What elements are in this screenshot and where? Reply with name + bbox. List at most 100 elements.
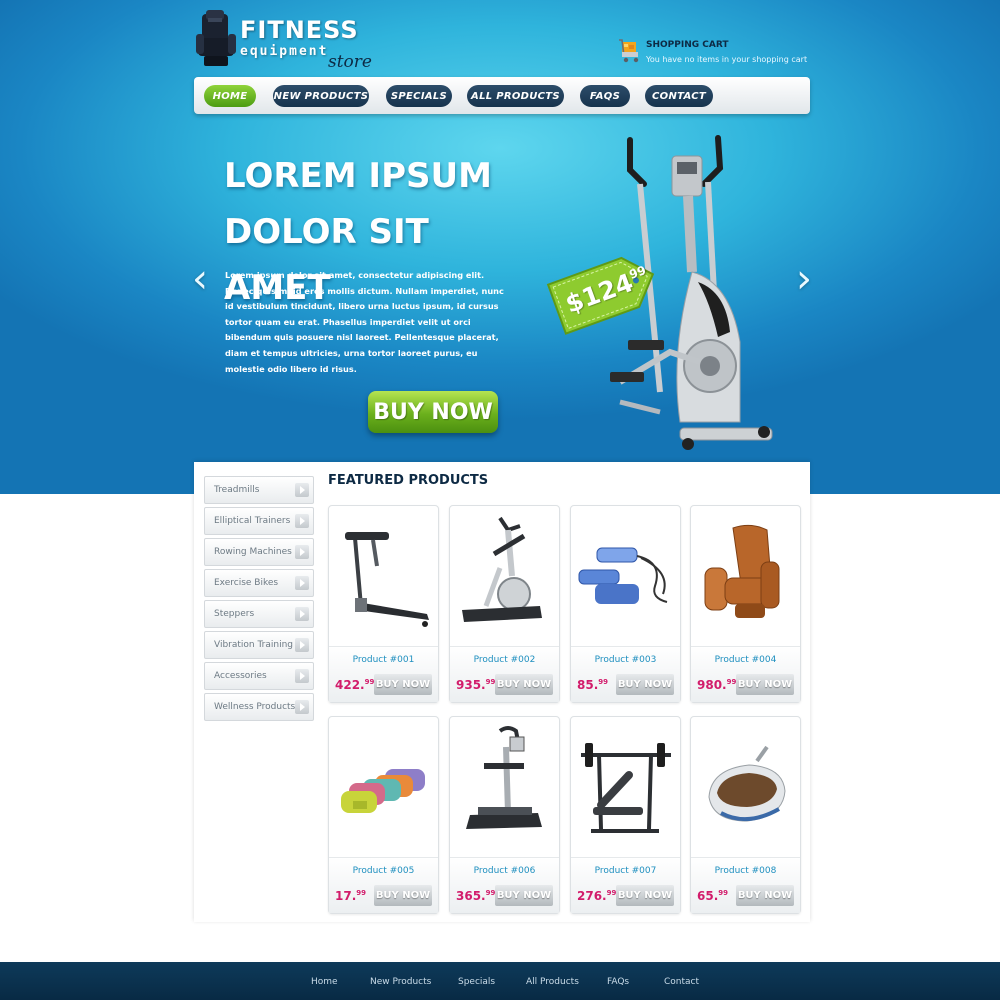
category-label: Accessories: [214, 671, 267, 681]
buy-now-button[interactable]: BUY NOW: [736, 674, 794, 695]
mini-stepper-icon: [578, 547, 668, 604]
logo-store: store: [328, 52, 372, 72]
price-cents: 99: [364, 678, 375, 686]
arrow-right-icon: [295, 700, 309, 714]
price-cents: 99: [718, 889, 729, 897]
product-price: 85.99: [577, 678, 608, 692]
category-label: Steppers: [214, 609, 255, 619]
price-cents: 99: [356, 889, 367, 897]
product-name[interactable]: Product #006: [450, 866, 559, 876]
category-steppers[interactable]: Steppers: [204, 600, 314, 628]
massage-chair-icon: [704, 524, 780, 618]
price-main: 17.: [335, 889, 357, 903]
buy-now-button[interactable]: BUY NOW: [616, 674, 674, 695]
product-card[interactable]: Product #003 85.99 BUY NOW: [570, 505, 681, 703]
price-main: 980.: [697, 678, 727, 692]
product-price: 935.99: [456, 678, 495, 692]
price-main: 935.: [456, 678, 486, 692]
product-name[interactable]: Product #008: [691, 866, 800, 876]
product-price: 980.99: [697, 678, 736, 692]
product-name[interactable]: Product #005: [329, 866, 438, 876]
price-main: 85.: [577, 678, 599, 692]
price-main: 65.: [697, 889, 719, 903]
buy-now-button[interactable]: BUY NOW: [616, 885, 674, 906]
category-label: Treadmills: [214, 485, 260, 495]
product-price: 365.99: [456, 889, 495, 903]
hero-description: Lorem ipsum dolor sit amet, consectetur …: [225, 270, 504, 374]
footer-link-home[interactable]: Home: [311, 977, 338, 987]
arrow-right-icon: [295, 514, 309, 528]
product-card[interactable]: Product #004 980.99 BUY NOW: [690, 505, 801, 703]
footer-link-contact[interactable]: Contact: [664, 977, 699, 987]
product-price: 422.99: [335, 678, 374, 692]
store-logo[interactable]: FITNESS equipment store: [194, 6, 384, 76]
buy-now-button[interactable]: BUY NOW: [374, 674, 432, 695]
arrow-right-icon: [295, 607, 309, 621]
arrow-right-icon: [295, 638, 309, 652]
nav-contact[interactable]: CONTACT: [645, 85, 713, 107]
product-card[interactable]: Product #005 17.99 BUY NOW: [328, 716, 439, 914]
nav-home[interactable]: HOME: [204, 85, 256, 107]
category-rowing-machines[interactable]: Rowing Machines: [204, 538, 314, 566]
product-card[interactable]: Product #001 422.99 BUY NOW: [328, 505, 439, 703]
product-name[interactable]: Product #001: [329, 655, 438, 665]
logo-subtitle: equipment: [240, 44, 329, 59]
footer-link-specials[interactable]: Specials: [458, 977, 495, 987]
featured-products-heading: FEATURED PRODUCTS: [328, 473, 489, 488]
product-card[interactable]: Product #006 365.99 BUY NOW: [449, 716, 560, 914]
product-card[interactable]: Product #002 935.99 BUY NOW: [449, 505, 560, 703]
product-name[interactable]: Product #004: [691, 655, 800, 665]
slider-next-arrow-icon[interactable]: ›: [796, 256, 812, 302]
price-main: 365.: [456, 889, 486, 903]
price-cents: 99: [606, 889, 617, 897]
product-card[interactable]: Product #007 276.99 BUY NOW: [570, 716, 681, 914]
hero-buy-now-button[interactable]: BUY NOW: [368, 391, 498, 433]
price-main: 422.: [335, 678, 365, 692]
footer: Home New Products Specials All Products …: [0, 962, 1000, 1000]
category-accessories[interactable]: Accessories: [204, 662, 314, 690]
treadmill-icon: [345, 532, 429, 627]
weight-bench-icon: [581, 743, 671, 833]
category-wellness-products[interactable]: Wellness Products: [204, 693, 314, 721]
product-name[interactable]: Product #002: [450, 655, 559, 665]
category-treadmills[interactable]: Treadmills: [204, 476, 314, 504]
category-label: Wellness Products: [214, 702, 296, 712]
nav-specials[interactable]: SPECIALS: [386, 85, 452, 107]
buy-now-button[interactable]: BUY NOW: [495, 885, 553, 906]
price-cents: 99: [485, 678, 496, 686]
product-name[interactable]: Product #003: [571, 655, 680, 665]
arrow-right-icon: [295, 483, 309, 497]
arrow-right-icon: [295, 669, 309, 683]
nav-faqs[interactable]: FAQS: [580, 85, 630, 107]
slider-prev-arrow-icon[interactable]: ‹: [192, 256, 208, 302]
main-nav: HOME NEW PRODUCTS SPECIALS ALL PRODUCTS …: [194, 77, 810, 114]
vibration-plate-icon: [466, 726, 542, 829]
category-label: Exercise Bikes: [214, 578, 279, 588]
price-cents: 99: [726, 678, 737, 686]
category-vibration-training[interactable]: Vibration Training: [204, 631, 314, 659]
product-price: 276.99: [577, 889, 616, 903]
buy-now-button[interactable]: BUY NOW: [374, 885, 432, 906]
dumbbells-icon: [341, 769, 425, 813]
footer-link-all-products[interactable]: All Products: [526, 977, 579, 987]
cart-status: You have no items in your shopping cart: [646, 55, 808, 64]
foot-massager-icon: [708, 745, 786, 822]
buy-now-button[interactable]: BUY NOW: [495, 674, 553, 695]
category-label: Vibration Training: [214, 640, 294, 650]
price-main: 276.: [577, 889, 607, 903]
stepper-machine-icon: [462, 516, 542, 622]
product-name[interactable]: Product #007: [571, 866, 680, 876]
nav-new-products[interactable]: NEW PRODUCTS: [273, 85, 369, 107]
footer-link-faqs[interactable]: FAQs: [607, 977, 629, 987]
product-price: 17.99: [335, 889, 366, 903]
category-elliptical-trainers[interactable]: Elliptical Trainers: [204, 507, 314, 535]
cart-icon: [619, 39, 639, 63]
product-card[interactable]: Product #008 65.99 BUY NOW: [690, 716, 801, 914]
category-exercise-bikes[interactable]: Exercise Bikes: [204, 569, 314, 597]
logo-title: FITNESS: [240, 16, 359, 44]
footer-link-new-products[interactable]: New Products: [370, 977, 431, 987]
arrow-right-icon: [295, 576, 309, 590]
buy-now-button[interactable]: BUY NOW: [736, 885, 794, 906]
nav-all-products[interactable]: ALL PRODUCTS: [467, 85, 564, 107]
chair-logo-icon: [196, 10, 236, 66]
